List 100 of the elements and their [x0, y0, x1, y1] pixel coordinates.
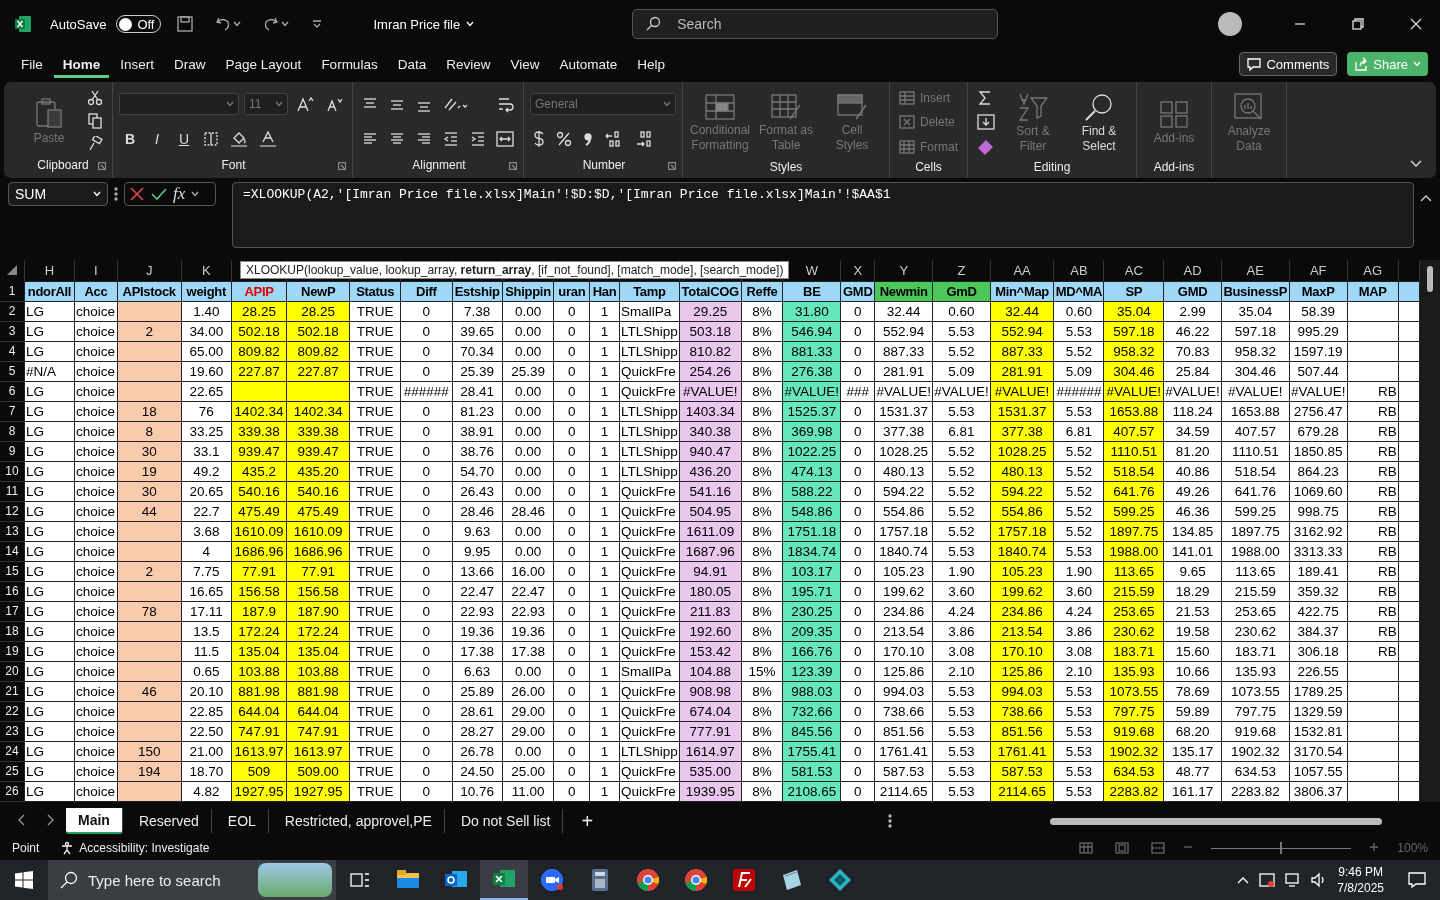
row-number[interactable]: 21: [0, 681, 25, 702]
sheet-tab[interactable]: Restricted, approvel,PE: [272, 809, 445, 833]
name-box[interactable]: SUM: [8, 182, 108, 206]
column-letter[interactable]: AA: [990, 260, 1054, 282]
eraser-icon[interactable]: [977, 138, 995, 155]
row-number[interactable]: 3: [0, 321, 25, 342]
sheet-tab[interactable]: Reserved: [126, 809, 212, 833]
row-number[interactable]: 23: [0, 721, 25, 742]
borders-icon[interactable]: [203, 130, 219, 147]
file-name-button[interactable]: Imran Price file: [367, 15, 481, 33]
previous-sheet-icon[interactable]: [18, 814, 26, 826]
more-options-icon[interactable]: [888, 814, 892, 828]
dialog-launcher-icon[interactable]: [668, 162, 676, 170]
row-number[interactable]: 6: [0, 381, 25, 402]
vertical-scrollbar[interactable]: [1420, 260, 1440, 802]
row-number[interactable]: 12: [0, 501, 25, 522]
customize-icon[interactable]: [311, 18, 324, 30]
redo-icon[interactable]: [263, 16, 280, 32]
cancel-icon[interactable]: [129, 186, 145, 202]
dollar-icon[interactable]: [533, 129, 545, 148]
row-number[interactable]: 25: [0, 761, 25, 782]
row-number[interactable]: 7: [0, 401, 25, 422]
column-letter[interactable]: Y: [874, 260, 933, 282]
column-letter[interactable]: AB: [1053, 260, 1104, 282]
save-icon[interactable]: [177, 16, 194, 32]
scissors-icon[interactable]: [87, 89, 103, 106]
close-icon[interactable]: [1410, 18, 1422, 30]
search-field[interactable]: Search: [632, 9, 999, 39]
row-number[interactable]: 5: [0, 361, 25, 382]
row-number[interactable]: 2: [0, 301, 25, 322]
collapse-ribbon-icon[interactable]: [1410, 160, 1422, 168]
align-left-icon[interactable]: [362, 130, 378, 147]
dialog-launcher-icon[interactable]: [509, 162, 517, 170]
row-number[interactable]: 11: [0, 481, 25, 502]
row-number[interactable]: 22: [0, 701, 25, 722]
page-break-icon[interactable]: [1151, 842, 1166, 854]
row-number[interactable]: 8: [0, 421, 25, 442]
security-icon[interactable]: [1259, 872, 1276, 888]
fill-down-icon[interactable]: [977, 114, 995, 131]
percent-icon[interactable]: [556, 130, 572, 147]
row-number[interactable]: 10: [0, 461, 25, 482]
next-sheet-icon[interactable]: [46, 814, 54, 826]
row-number[interactable]: 4: [0, 341, 25, 362]
row-number[interactable]: 19: [0, 641, 25, 662]
menu-tab[interactable]: Draw: [165, 50, 215, 78]
normal-view-icon[interactable]: [1079, 842, 1094, 854]
menu-tab[interactable]: Formulas: [312, 50, 387, 78]
row-number[interactable]: 26: [0, 781, 25, 802]
column-letter[interactable]: AG: [1347, 260, 1399, 282]
menu-tab[interactable]: Automate: [550, 50, 627, 78]
select-all-icon[interactable]: [7, 265, 18, 276]
column-letter[interactable]: X: [840, 260, 875, 282]
menu-tab[interactable]: Help: [628, 50, 675, 78]
underline-button[interactable]: U: [173, 128, 195, 149]
sheet-tab[interactable]: Do not Sell list: [448, 809, 564, 833]
menu-tab[interactable]: File: [12, 50, 52, 78]
row-number[interactable]: 18: [0, 621, 25, 642]
spreadsheet-app-icon[interactable]: [480, 860, 528, 900]
dialog-launcher-icon[interactable]: [98, 162, 106, 170]
sheet-tab[interactable]: Main: [66, 808, 123, 834]
row-number[interactable]: 1: [0, 281, 25, 302]
comments-button[interactable]: Comments: [1239, 52, 1338, 76]
align-center-icon[interactable]: [389, 130, 405, 147]
column-letter[interactable]: H: [24, 260, 75, 282]
column-letter[interactable]: I: [74, 260, 118, 282]
page-layout-icon[interactable]: [1115, 842, 1130, 854]
column-letter[interactable]: AC: [1103, 260, 1164, 282]
column-letter[interactable]: AE: [1221, 260, 1290, 282]
landscape-picture[interactable]: [258, 863, 332, 897]
task-view-icon[interactable]: [350, 871, 370, 889]
formula-field[interactable]: =XLOOKUP(A2,'[Imran Price file.xlsx]Main'!$D:$D,'[Imran Price file.xlsx]Main'!$AA$1: [232, 182, 1414, 248]
wrap-text-icon[interactable]: [496, 95, 514, 113]
row-number[interactable]: 14: [0, 541, 25, 562]
find-button[interactable]: Find & Select: [1068, 89, 1130, 156]
comma-icon[interactable]: [583, 130, 593, 147]
undo-icon[interactable]: [215, 16, 232, 32]
decrease-indent-icon[interactable]: [443, 130, 459, 147]
font-color-icon[interactable]: [259, 129, 277, 148]
row-number[interactable]: 13: [0, 521, 25, 542]
windows-start-icon[interactable]: [15, 871, 33, 889]
zoom-in-icon[interactable]: [1369, 842, 1380, 852]
accessibility-button[interactable]: Accessibility: Investigate: [57, 839, 213, 857]
insert-function-button[interactable]: fx: [173, 184, 186, 204]
bold-button[interactable]: B: [119, 128, 141, 149]
grow-font-icon[interactable]: [296, 95, 314, 112]
notifications-icon[interactable]: [1408, 872, 1426, 888]
column-letter[interactable]: AD: [1163, 260, 1222, 282]
menu-tab[interactable]: View: [501, 50, 549, 78]
sigma-icon[interactable]: [977, 90, 993, 107]
menu-tab[interactable]: Page Layout: [216, 50, 311, 78]
dialog-launcher-icon[interactable]: [338, 162, 346, 170]
column-letter[interactable]: J: [117, 260, 181, 282]
sheet-tab[interactable]: EOL: [215, 809, 269, 833]
row-number[interactable]: 24: [0, 741, 25, 762]
row-number[interactable]: 17: [0, 601, 25, 622]
column-letter[interactable]: AF: [1289, 260, 1348, 282]
merge-cells-icon[interactable]: [496, 131, 514, 147]
row-number[interactable]: 16: [0, 581, 25, 602]
row-number[interactable]: 15: [0, 561, 25, 582]
menu-tab[interactable]: Data: [388, 50, 436, 78]
